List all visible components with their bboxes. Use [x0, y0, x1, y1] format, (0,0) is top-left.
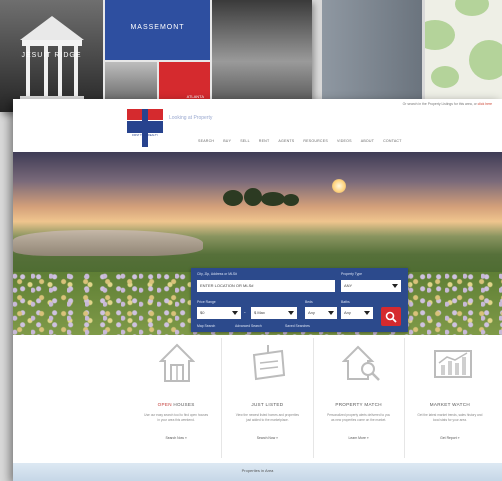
background-map: [425, 0, 502, 100]
type-label: Property Type: [341, 272, 363, 276]
property-search-panel: City, Zip, Address or MLS# Property Type…: [191, 268, 408, 332]
pond: [13, 230, 203, 256]
chart-icon: [433, 350, 472, 378]
feature-description: Get the latest market trends, sales hist…: [417, 413, 483, 422]
sign-icon: [253, 345, 286, 381]
nav-item-videos[interactable]: VIDEOS: [337, 139, 352, 143]
nav-item-search[interactable]: SEARCH: [198, 139, 214, 143]
tile-caption: MASSEMONT: [130, 24, 185, 31]
bottom-bar-label: Properties in Area: [241, 468, 274, 473]
property-type-value: ANY: [344, 283, 353, 288]
background-collage-window: JESUIT RIDGE MASSEMONT ATLANTA: [0, 0, 312, 112]
price-label: Price Range: [197, 300, 216, 304]
top-link-text: Or search in the Property Listings for t…: [402, 102, 492, 106]
feature-description: View the newest listed homes and propert…: [235, 413, 299, 422]
feature-link[interactable]: Search Now »: [222, 436, 312, 440]
baths-value: Any: [344, 310, 351, 315]
feature-property-match[interactable]: PROPERTY MATCH Personalized property ale…: [314, 338, 405, 458]
house-search-icon: [341, 345, 380, 381]
top-strip: Or search in the Property Listings for t…: [13, 99, 502, 109]
logo-text: FIRST TEAM REALTY: [132, 134, 158, 137]
beds-value: Any: [308, 310, 315, 315]
feature-link[interactable]: Search Now »: [131, 436, 221, 440]
nav-item-sell[interactable]: SELL: [240, 139, 250, 143]
properties-in-area-bar[interactable]: Properties in Area: [13, 463, 502, 481]
beds-label: Beds: [305, 300, 313, 304]
top-link[interactable]: click here: [478, 102, 492, 106]
logo[interactable]: FIRST TEAM REALTY: [127, 109, 163, 147]
main-nav: SEARCH BUY SELL RENT AGENTS RESOURCES VI…: [198, 139, 411, 143]
nav-item-rent[interactable]: RENT: [259, 139, 270, 143]
realty-website-window: Or search in the Property Listings for t…: [13, 99, 502, 481]
saved-searches-link[interactable]: Saved Searches: [285, 324, 310, 328]
hero-banner: City, Zip, Address or MLS# Property Type…: [13, 152, 502, 335]
tile-caption: JESUIT RIDGE: [21, 52, 82, 59]
nav-item-about[interactable]: ABOUT: [361, 139, 374, 143]
price-max-select[interactable]: $ Max: [251, 307, 297, 319]
location-label: City, Zip, Address or MLS#: [197, 272, 238, 276]
tagline: Looking at Property: [169, 115, 213, 121]
tree-line: [223, 188, 299, 206]
sun: [332, 179, 346, 193]
feature-title: OPEN HOUSES: [157, 402, 195, 407]
background-panel: [322, 0, 422, 104]
feature-link[interactable]: Get Report »: [405, 436, 495, 440]
feature-just-listed[interactable]: JUST LISTED View the newest listed homes…: [222, 338, 314, 458]
feature-link[interactable]: Learn More »: [314, 436, 404, 440]
blue-title-tile: MASSEMONT: [105, 0, 210, 60]
nav-item-agents[interactable]: AGENTS: [278, 139, 294, 143]
feature-title: JUST LISTED: [251, 402, 284, 407]
nav-item-resources[interactable]: RESOURCES: [303, 139, 328, 143]
advanced-search-link[interactable]: Advanced Search: [235, 324, 262, 328]
nav-item-buy[interactable]: BUY: [223, 139, 231, 143]
search-button[interactable]: [381, 307, 401, 326]
price-min-value: $0: [200, 310, 205, 315]
search-icon: [385, 311, 397, 323]
baths-select[interactable]: Any: [341, 307, 373, 319]
property-type-select[interactable]: ANY: [341, 280, 401, 292]
map-search-link[interactable]: Map Search: [197, 324, 215, 328]
feature-description: Personalized property alerts delivered t…: [327, 413, 391, 422]
feature-title: PROPERTY MATCH: [335, 402, 382, 407]
price-min-select[interactable]: $0: [197, 307, 241, 319]
feature-open-houses[interactable]: OPEN HOUSES Use our easy search tool to …: [131, 338, 223, 458]
beds-select[interactable]: Any: [305, 307, 337, 319]
arch-photo-tile: [212, 0, 312, 112]
location-input[interactable]: [197, 280, 335, 292]
nav-item-contact[interactable]: CONTACT: [383, 139, 402, 143]
feature-row: OPEN HOUSES Use our easy search tool to …: [131, 338, 495, 458]
gazebo-photo-tile: JESUIT RIDGE: [0, 0, 103, 112]
feature-description: Use our easy search tool to find open ho…: [144, 413, 209, 422]
feature-title: MARKET WATCH: [429, 402, 470, 407]
baths-label: Baths: [341, 300, 350, 304]
house-icon: [159, 343, 195, 382]
range-separator: -: [244, 310, 246, 316]
price-max-value: $ Max: [254, 310, 265, 315]
feature-market-watch[interactable]: MARKET WATCH Get the latest market trend…: [405, 338, 495, 458]
